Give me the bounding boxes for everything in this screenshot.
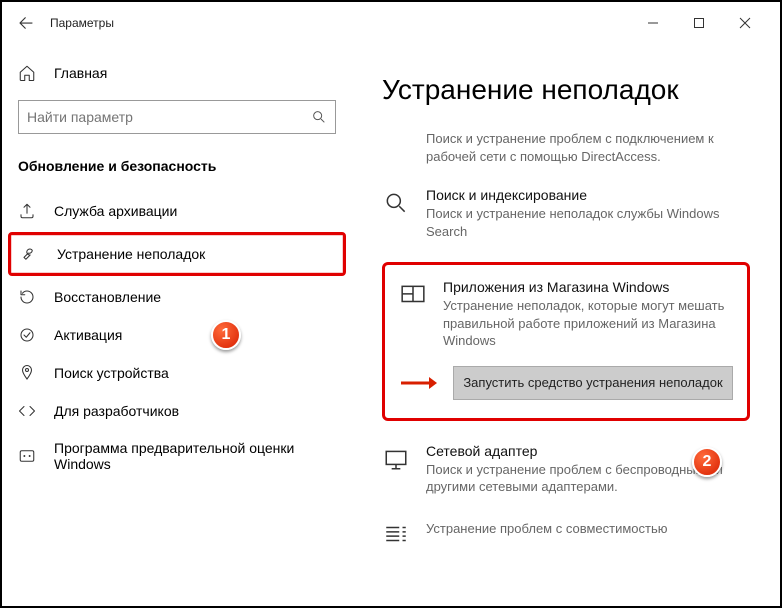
tb-desc: Устранение неполадок, которые могут меша… bbox=[443, 297, 733, 350]
compatibility-icon bbox=[382, 520, 410, 548]
page-title: Устранение неполадок bbox=[382, 74, 750, 106]
find-device-icon bbox=[18, 364, 36, 382]
developers-icon bbox=[18, 402, 36, 420]
tb-item-directaccess[interactable]: Поиск и устранение проблем с подключение… bbox=[382, 128, 750, 165]
sidebar-item-label: Для разработчиков bbox=[54, 403, 179, 419]
callout-arrow-icon bbox=[399, 375, 443, 391]
sidebar-item-label: Служба архивации bbox=[54, 203, 177, 219]
home-nav[interactable]: Главная bbox=[2, 54, 352, 92]
troubleshoot-list: Поиск и устранение проблем с подключение… bbox=[382, 128, 750, 548]
insider-icon bbox=[18, 447, 36, 465]
sidebar-item-label: Поиск устройства bbox=[54, 365, 169, 381]
search-icon bbox=[311, 109, 327, 125]
tb-title: Поиск и индексирование bbox=[426, 187, 750, 203]
callout-badge-1: 1 bbox=[211, 320, 241, 350]
sidebar-item-troubleshoot[interactable]: Устранение неполадок bbox=[8, 232, 346, 276]
tb-item-compatibility[interactable]: Устранение проблем с совместимостью bbox=[382, 518, 750, 548]
search-input[interactable] bbox=[27, 109, 311, 125]
sidebar-item-insider[interactable]: Программа предварительной оценки Windows bbox=[2, 430, 352, 482]
close-button[interactable] bbox=[722, 2, 768, 44]
titlebar: Параметры bbox=[2, 2, 780, 44]
sidebar-item-label: Активация bbox=[54, 327, 122, 343]
tb-title: Приложения из Магазина Windows bbox=[443, 279, 733, 295]
tb-desc: Поиск и устранение проблем с подключение… bbox=[426, 130, 750, 165]
activation-icon bbox=[18, 326, 36, 344]
highlight-store-apps: Приложения из Магазина Windows Устранени… bbox=[382, 262, 750, 421]
search-wrap bbox=[2, 92, 352, 148]
search-box[interactable] bbox=[18, 100, 336, 134]
main-panel: Устранение неполадок Поиск и устранение … bbox=[352, 44, 780, 606]
sidebar-item-developers[interactable]: Для разработчиков bbox=[2, 392, 352, 430]
troubleshoot-icon bbox=[21, 245, 39, 263]
run-troubleshooter-button[interactable]: Запустить средство устранения неполадок bbox=[453, 366, 733, 400]
window-controls bbox=[630, 2, 768, 44]
sidebar-item-label: Восстановление bbox=[54, 289, 161, 305]
sidebar-item-recovery[interactable]: Восстановление bbox=[2, 278, 352, 316]
recovery-icon bbox=[18, 288, 36, 306]
sidebar-item-label: Устранение неполадок bbox=[57, 246, 205, 262]
minimize-button[interactable] bbox=[630, 2, 676, 44]
sidebar: Главная Обновление и безопасность Служба… bbox=[2, 44, 352, 606]
home-label: Главная bbox=[54, 65, 107, 81]
tb-desc: Поиск и устранение неполадок службы Wind… bbox=[426, 205, 750, 240]
search-indexing-icon bbox=[382, 189, 410, 217]
backup-icon bbox=[18, 202, 36, 220]
content: Главная Обновление и безопасность Служба… bbox=[2, 44, 780, 606]
tb-item-search[interactable]: Поиск и индексирование Поиск и устранени… bbox=[382, 187, 750, 240]
tb-item-store-apps[interactable]: Приложения из Магазина Windows Устранени… bbox=[399, 279, 733, 350]
back-button[interactable] bbox=[14, 11, 38, 35]
nav-list: Служба архивации Устранение неполадок Во… bbox=[2, 192, 352, 482]
section-header: Обновление и безопасность bbox=[2, 148, 352, 192]
sidebar-item-activation[interactable]: Активация bbox=[2, 316, 352, 354]
run-row: Запустить средство устранения неполадок bbox=[399, 366, 733, 400]
store-apps-icon bbox=[399, 281, 427, 309]
app-title: Параметры bbox=[50, 16, 114, 30]
settings-window: Параметры Главная bbox=[0, 0, 782, 608]
network-adapter-icon bbox=[382, 445, 410, 473]
sidebar-item-find-device[interactable]: Поиск устройства bbox=[2, 354, 352, 392]
callout-badge-2: 2 bbox=[692, 447, 722, 477]
sidebar-item-label: Программа предварительной оценки Windows bbox=[54, 440, 336, 472]
maximize-button[interactable] bbox=[676, 2, 722, 44]
run-button-label: Запустить средство устранения неполадок bbox=[463, 375, 722, 390]
tb-desc: Устранение проблем с совместимостью bbox=[426, 520, 750, 538]
sidebar-item-backup[interactable]: Служба архивации bbox=[2, 192, 352, 230]
home-icon bbox=[18, 64, 36, 82]
